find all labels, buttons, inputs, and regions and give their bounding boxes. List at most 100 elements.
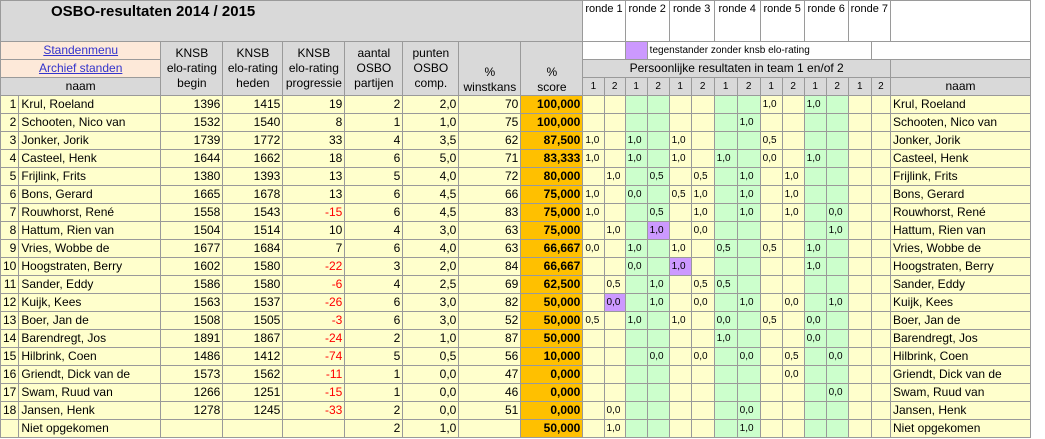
- table-row: 5 Frijlink, Frits 1380 1393 13 5 4,0 72 80,000 1,…: [0, 167, 1031, 186]
- round-result: [646, 113, 670, 132]
- score: 75,000: [520, 221, 584, 240]
- round-result: [624, 95, 648, 114]
- elo-begin: 1266: [160, 383, 224, 402]
- elo-heden: 1251: [222, 383, 284, 402]
- round-result: 1,0: [668, 131, 692, 150]
- elo-heden: 1580: [222, 257, 284, 276]
- player-name-right: Schooten, Nico van: [889, 113, 1031, 132]
- standenmenu-link[interactable]: Standenmenu: [0, 41, 162, 60]
- player-name: Barendregt, Jos: [18, 329, 162, 348]
- round-result: 0,0: [825, 383, 849, 402]
- round-result: [825, 113, 849, 132]
- punten: 3,5: [402, 131, 460, 150]
- punten: 3,0: [402, 221, 460, 240]
- elo-heden: 1580: [222, 275, 284, 294]
- round-result: 0,0: [825, 347, 849, 366]
- round-result: 0,0: [825, 203, 849, 222]
- punten: 0,5: [402, 347, 460, 366]
- round-result: [736, 383, 761, 402]
- score: 10,000: [520, 347, 584, 366]
- round-result: [825, 365, 849, 384]
- aantal-partijen: 6: [344, 203, 404, 222]
- round-result: [781, 131, 805, 150]
- archief-standen-link[interactable]: Archief standen: [0, 59, 162, 78]
- round-result: [646, 383, 670, 402]
- round-result: [759, 167, 783, 186]
- sub-col: 1: [847, 77, 872, 96]
- round-result: [803, 293, 827, 312]
- winstkans: 71: [458, 149, 522, 168]
- round-result: [736, 329, 761, 348]
- round-result: [781, 419, 805, 438]
- header-knsb-begin: KNSB elo-rating begin: [160, 41, 224, 96]
- player-name-right: Hilbrink, Coen: [889, 347, 1031, 366]
- elo-heden: [222, 419, 284, 438]
- round-result: [736, 275, 761, 294]
- header-ronde-6: ronde 6: [803, 0, 849, 42]
- elo-begin: 1602: [160, 257, 224, 276]
- round-result: [690, 383, 715, 402]
- round-result: [668, 221, 692, 240]
- round-result: [781, 311, 805, 330]
- elo-progressie: -11: [282, 365, 346, 384]
- punten: 1,0: [402, 419, 460, 438]
- round-result: [690, 131, 715, 150]
- sub-col: 2: [781, 77, 805, 96]
- punten: 5,0: [402, 149, 460, 168]
- round-result: 1,0: [668, 239, 692, 258]
- round-result: [646, 185, 670, 204]
- table-row: 7 Rouwhorst, René 1558 1543 -15 6 4,5 83 75,000 1…: [0, 203, 1031, 222]
- punten: 2,5: [402, 275, 460, 294]
- aantal-partijen: 2: [344, 329, 404, 348]
- round-result: 0,5: [781, 347, 805, 366]
- title-cell: OSBO-resultaten 2014 / 2015: [0, 0, 584, 42]
- round-result: 0,5: [646, 167, 670, 186]
- elo-progressie: 13: [282, 185, 346, 204]
- winstkans: 66: [458, 185, 522, 204]
- player-name-right: Casteel, Henk: [889, 149, 1031, 168]
- round-result: 1,0: [646, 293, 670, 312]
- round-result: 1,0: [736, 419, 761, 438]
- header-blank: [889, 0, 1031, 42]
- round-result: [847, 347, 872, 366]
- elo-progressie: -22: [282, 257, 346, 276]
- round-result: [781, 383, 805, 402]
- score: 62,500: [520, 275, 584, 294]
- round-result: [582, 293, 605, 312]
- table-row: Niet opgekomen 2 1,0 50,000 1,0 1,0 Niet opgek…: [0, 419, 1031, 438]
- round-result: 0,0: [803, 329, 827, 348]
- player-name-right: Hoogstraten, Berry: [889, 257, 1031, 276]
- header-score: % score: [520, 41, 584, 96]
- elo-progressie: 19: [282, 95, 346, 114]
- round-result: [668, 419, 692, 438]
- round-result: [603, 203, 626, 222]
- round-result: 1,0: [736, 203, 761, 222]
- elo-progressie: 10: [282, 221, 346, 240]
- round-result: [713, 113, 738, 132]
- elo-begin: 1563: [160, 293, 224, 312]
- round-result: [713, 257, 738, 276]
- player-name-right: Niet opgekomen: [889, 419, 1031, 438]
- round-result: [624, 275, 648, 294]
- round-result: [870, 167, 891, 186]
- elo-heden: 1537: [222, 293, 284, 312]
- table-row: 15 Hilbrink, Coen 1486 1412 -74 5 0,5 56 10,000 0…: [0, 347, 1031, 366]
- round-result: [870, 257, 891, 276]
- round-result: [668, 167, 692, 186]
- round-result: 1,0: [803, 239, 827, 258]
- winstkans: 82: [458, 293, 522, 312]
- winstkans: 75: [458, 113, 522, 132]
- round-result: [825, 401, 849, 420]
- player-name: Hattum, Rien van: [18, 221, 162, 240]
- elo-progressie: -15: [282, 383, 346, 402]
- elo-heden: 1543: [222, 203, 284, 222]
- round-result: [603, 365, 626, 384]
- round-result: [690, 95, 715, 114]
- round-result: 0,0: [781, 365, 805, 384]
- winstkans: 63: [458, 221, 522, 240]
- round-result: [646, 149, 670, 168]
- round-result: [847, 365, 872, 384]
- winstkans: 69: [458, 275, 522, 294]
- round-result: [847, 257, 872, 276]
- aantal-partijen: 1: [344, 365, 404, 384]
